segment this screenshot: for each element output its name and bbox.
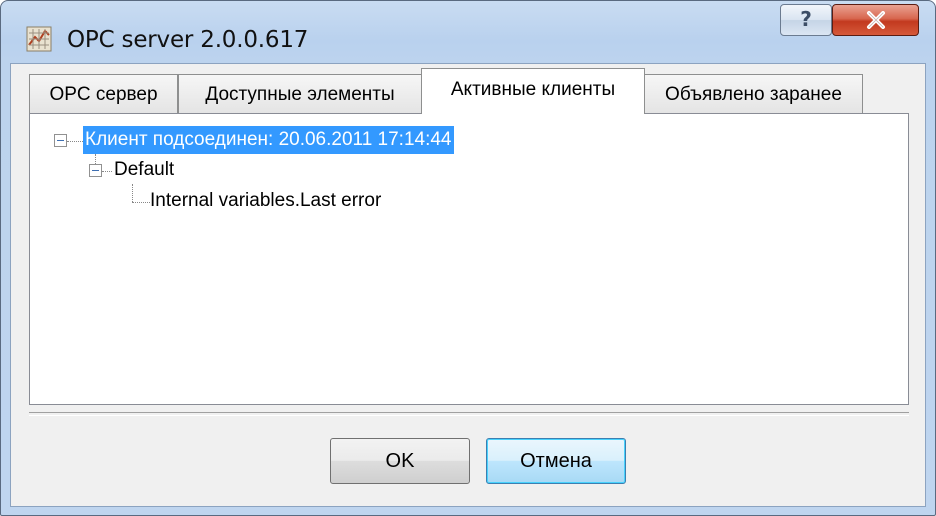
help-button[interactable]: ? xyxy=(780,4,832,36)
tree-connector xyxy=(132,184,133,202)
tab-strip: OPC сервер Доступные элементы Активные к… xyxy=(11,64,925,114)
tree-connector xyxy=(67,141,83,142)
collapse-root-icon[interactable] xyxy=(54,134,67,147)
tree-node-default[interactable]: Default xyxy=(114,156,174,184)
tab-declared-in-advance[interactable]: Объявлено заранее xyxy=(644,74,863,114)
tree-connector xyxy=(95,154,96,164)
tab-opc-server[interactable]: OPC сервер xyxy=(29,74,178,114)
tab-available-elements[interactable]: Доступные элементы xyxy=(178,74,422,114)
close-button[interactable] xyxy=(832,4,919,36)
tree-connector xyxy=(132,202,150,203)
help-icon: ? xyxy=(800,7,812,31)
dialog-client-area: OPC сервер Доступные элементы Активные к… xyxy=(10,63,926,507)
cancel-button[interactable]: Отмена xyxy=(486,438,626,484)
close-icon xyxy=(867,11,885,29)
active-clients-panel: Клиент подсоединен: 20.06.2011 17:14:44 … xyxy=(29,113,909,405)
tree-connector xyxy=(102,171,112,172)
tab-active-clients[interactable]: Активные клиенты xyxy=(421,68,645,114)
tree-node-internal-variable[interactable]: Internal variables.Last error xyxy=(150,187,381,215)
tree-node-client[interactable]: Клиент подсоединен: 20.06.2011 17:14:44 xyxy=(83,126,454,154)
divider xyxy=(29,412,909,416)
title-bar[interactable]: OPC server 2.0.0.617 ? xyxy=(1,1,935,63)
collapse-group-icon[interactable] xyxy=(89,164,102,177)
app-icon xyxy=(25,25,53,53)
window-title: OPC server 2.0.0.617 xyxy=(67,27,309,53)
ok-button[interactable]: OK xyxy=(330,438,470,484)
dialog-window: OPC server 2.0.0.617 ? OPC сервер Доступ… xyxy=(0,0,936,516)
clients-tree[interactable]: Клиент подсоединен: 20.06.2011 17:14:44 … xyxy=(30,114,908,404)
